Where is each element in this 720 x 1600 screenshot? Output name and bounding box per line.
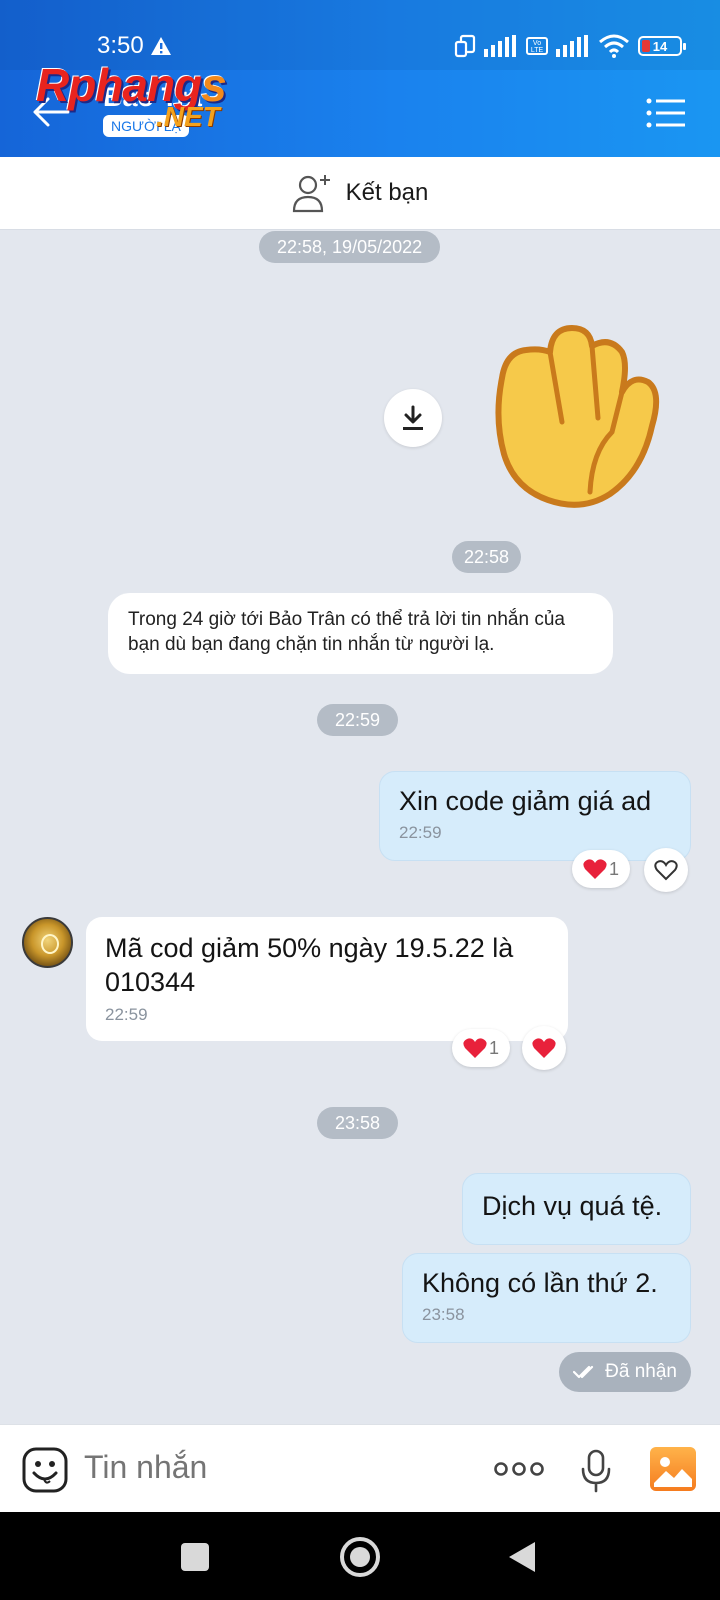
more-dots-icon[interactable]	[494, 1457, 544, 1481]
date-divider: 22:58, 19/05/2022	[259, 231, 441, 263]
system-notice: Trong 24 giờ tới Bảo Trân có thể trả lời…	[108, 593, 613, 674]
emoji-icon[interactable]	[22, 1447, 68, 1493]
wifi-icon	[599, 34, 629, 58]
reaction-summary[interactable]: 1	[572, 850, 630, 888]
time-divider: 22:59	[317, 704, 399, 736]
react-button[interactable]	[644, 848, 688, 892]
heart-icon	[532, 1038, 556, 1058]
status-badge: Đã nhận	[559, 1352, 691, 1392]
warning-icon	[151, 37, 171, 55]
reaction-summary[interactable]: 1	[452, 1029, 510, 1067]
battery-level: 14	[652, 38, 668, 54]
system-back-button[interactable]	[509, 1542, 535, 1572]
message-time: 22:59	[399, 823, 442, 842]
menu-list-icon[interactable]	[646, 97, 686, 129]
home-button[interactable]	[340, 1537, 380, 1577]
outgoing-message[interactable]: Xin code giảm giá ad 22:59	[379, 771, 691, 861]
time-divider: 22:58	[452, 541, 522, 573]
recents-button[interactable]	[181, 1543, 209, 1571]
outgoing-message[interactable]: Không có lần thứ 2. 23:58	[402, 1253, 691, 1343]
heart-icon	[583, 859, 607, 879]
download-icon	[403, 405, 423, 430]
image-button[interactable]	[650, 1447, 696, 1491]
message-text: Xin code giảm giá ad	[399, 786, 652, 816]
heart-outline-icon	[654, 860, 678, 881]
battery-icon: 14	[638, 36, 686, 56]
outgoing-message[interactable]: Dịch vụ quá tệ.	[462, 1173, 691, 1245]
avatar[interactable]	[22, 917, 73, 968]
watermark-net: .NET	[156, 101, 220, 132]
message-text: Mã cod giảm 50% ngày 19.5.22 là 010344	[105, 933, 514, 997]
add-friend-label: Kết bạn	[345, 179, 429, 206]
message-input[interactable]	[84, 1449, 384, 1486]
heart-icon	[463, 1038, 487, 1058]
system-nav-bar	[0, 1512, 720, 1600]
status-time: 3:50	[97, 32, 144, 59]
signal-icon	[556, 35, 588, 57]
message-text: Không có lần thứ 2.	[422, 1268, 658, 1298]
reaction-count: 1	[608, 858, 619, 879]
volte-icon: Vo LTE	[526, 37, 548, 55]
message-composer	[0, 1424, 720, 1512]
image-icon	[654, 1457, 692, 1487]
message-time: 22:59	[105, 1005, 148, 1024]
sim-icon	[454, 34, 476, 58]
app-header: 3:50 Vo LTE 14 Bảo Trâ NGƯỜI LẠ Rphangs …	[0, 0, 720, 157]
add-friend-bar[interactable]: Kết bạn	[0, 157, 720, 230]
add-friend-icon	[292, 175, 330, 213]
mic-icon[interactable]	[580, 1449, 612, 1493]
signal-icon	[484, 35, 516, 57]
double-check-icon	[573, 1365, 594, 1379]
incoming-message[interactable]: Mã cod giảm 50% ngày 19.5.22 là 010344 2…	[86, 917, 568, 1041]
react-button[interactable]	[522, 1026, 566, 1070]
time-divider: 23:58	[317, 1107, 399, 1139]
reaction-count: 1	[488, 1037, 499, 1058]
raised-hand-sticker[interactable]	[492, 322, 662, 510]
status-icons: Vo LTE 14	[454, 33, 686, 59]
seen-label: Đã nhận	[605, 1361, 677, 1382]
message-text: Dịch vụ quá tệ.	[482, 1191, 663, 1221]
download-button[interactable]	[384, 389, 442, 447]
message-time: 23:58	[422, 1305, 465, 1324]
